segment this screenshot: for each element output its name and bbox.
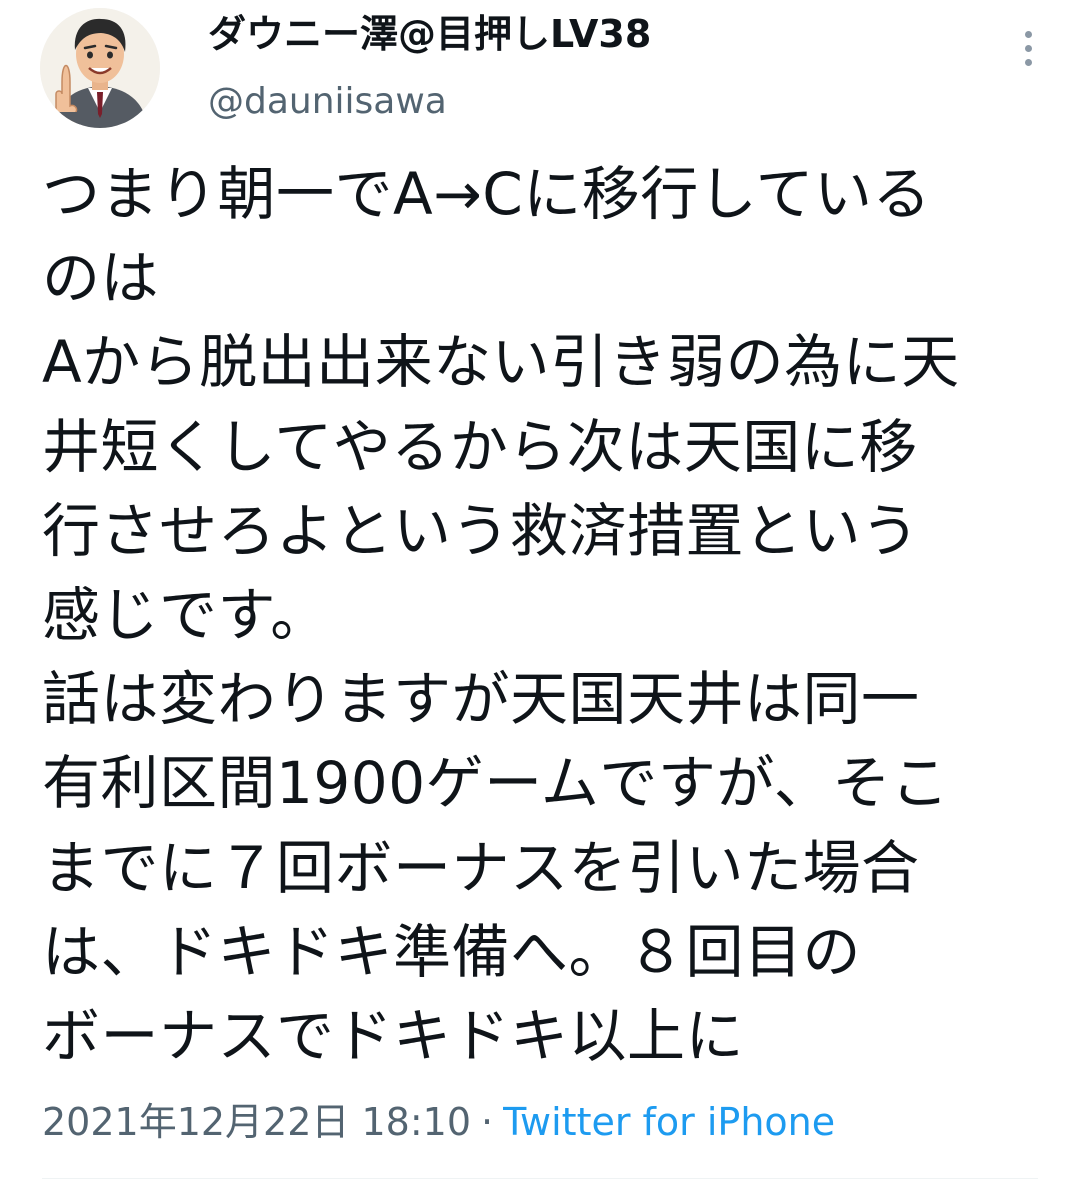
timestamp[interactable]: 2021年12月22日 18:10 <box>42 1100 471 1144</box>
source-link[interactable]: Twitter for iPhone <box>503 1100 835 1144</box>
vertical-dots-icon <box>1024 58 1032 66</box>
tweet-meta: 2021年12月22日 18:10 · Twitter for iPhone <box>42 1094 835 1150</box>
cartoon-man-avatar-icon <box>40 8 160 128</box>
more-options-button[interactable] <box>1010 22 1046 74</box>
vertical-dots-icon <box>1024 44 1032 52</box>
meta-separator: · <box>481 1100 494 1144</box>
user-handle[interactable]: @dauniisawa <box>208 80 447 124</box>
avatar[interactable] <box>40 8 160 128</box>
divider <box>42 1178 1038 1179</box>
display-name[interactable]: ダウニー澤@目押しLV38 <box>208 10 651 58</box>
tweet-text: つまり朝一でA→Cに移行している のは Aから脱出出来ない引き弱の為に天 井短く… <box>42 160 960 1071</box>
tweet: ダウニー澤@目押しLV38 @dauniisawa つまり朝一でA→Cに移行して… <box>0 0 1080 1183</box>
vertical-dots-icon <box>1024 30 1032 38</box>
